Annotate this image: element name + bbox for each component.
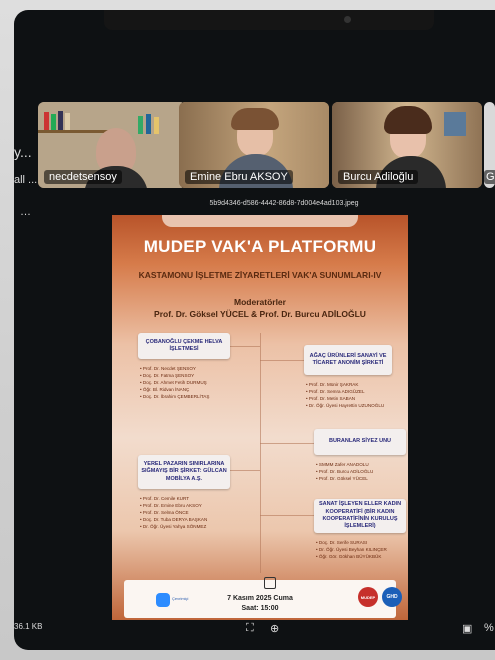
camera-icon [344, 16, 351, 23]
session-box-1: ÇOBANOĞLU ÇEKME HELVA İŞLETMESİ [138, 333, 230, 359]
timeline-line [260, 333, 261, 573]
presenter-list-2: Prof. Dr. Münir ŞAKRAKProf. Dr. Semra AD… [306, 381, 384, 409]
percent-icon[interactable]: % [484, 622, 494, 634]
session-title-4: YEREL PAZARIN SINIRLARINA SIĞMAYIŞ BİR Ş… [141, 460, 227, 482]
participant-tile-1[interactable]: necdetsensoy [38, 102, 186, 188]
timeline-branch [260, 515, 314, 516]
presenter-list-3: SMMM Zafer ANADOLUProf. Dr. Burcu ADİLOĞ… [316, 461, 373, 482]
poster-subtitle: KASTAMONU İŞLETME ZİYARETLERİ VAK'A SUNU… [138, 270, 382, 280]
participant-name-4: G [484, 170, 495, 184]
participant-name-3: Burcu Adiloğlu [338, 170, 419, 184]
presenter-name: Prof. Dr. Selma ÖNCE [140, 509, 207, 516]
presenter-name: Doç. Dr. İbrahim ÇEMBERLİTAŞ [140, 393, 210, 400]
timeline-branch [260, 443, 314, 444]
presenter-name: Prof. Dr. Münir ŞAKRAK [306, 381, 384, 388]
participant-tile-2[interactable]: Emine Ebru AKSOY [179, 102, 329, 188]
presenter-name: SMMM Zafer ANADOLU [316, 461, 373, 468]
presenter-name: Doç. Dr. Fatma ŞENSOY [140, 372, 209, 379]
screenshot-icon[interactable]: ▣ [462, 622, 472, 635]
event-poster: MUDEP VAK'A PLATFORMU KASTAMONU İŞLETME … [112, 215, 408, 620]
participant-partial-label: y... [14, 144, 32, 160]
ghd-logo: GHD [382, 587, 402, 607]
session-title-5: SANAT İŞLEYEN ELLER KADIN KOOPERATİFİ (B… [318, 501, 402, 530]
more-options-icon[interactable]: … [20, 206, 31, 218]
mudep-logo-text: MUDEP [360, 594, 376, 600]
presenter-name: Dr. Öğr. Üyesi Beyhan KILINÇER [316, 546, 387, 553]
participant-strip: y... all ... necdetsensoy Emine Ebru AKS… [14, 92, 495, 190]
calendar-icon [264, 577, 276, 589]
presenter-name: Doç. Dr. Tuba DERYA BAŞKAN [140, 516, 207, 523]
file-name: 5b9d4346-d586-4442-86d8-7d004e4ad103.jpe… [209, 200, 359, 207]
moderator-label: Moderatörler [234, 297, 286, 307]
presenter-list-1: Prof. Dr. Necdet ŞENSOYDoç. Dr. Fatma ŞE… [140, 365, 210, 401]
presenter-list-4: Prof. Dr. Cemile KURTProf. Dr. Emine Ebr… [140, 495, 207, 531]
presenter-name: Öğr. Gör. Gökhan BÜYÜKBÜK [316, 553, 387, 560]
session-title-3: BURANLAR SİYEZ UNU [328, 438, 392, 445]
timeline-branch [260, 360, 304, 361]
presenter-name: Dr. Öğr. Üyesi Yahya SÖNMEZ [140, 523, 207, 530]
presenter-name: Prof. Dr. Metin SABAN [306, 395, 384, 402]
presenter-name: Doç. Dr. Ahmet Fetih DURMUŞ [140, 379, 209, 386]
ghd-logo-text: GHD [386, 594, 398, 600]
participant-name-2: Emine Ebru AKSOY [185, 170, 293, 184]
session-box-5: SANAT İŞLEYEN ELLER KADIN KOOPERATİFİ (B… [314, 499, 406, 533]
participant-tile-4[interactable]: G [484, 102, 495, 188]
timeline-branch [230, 346, 260, 347]
participant-partial-label-2: all ... [14, 174, 38, 186]
session-title-1: ÇOBANOĞLU ÇEKME HELVA İŞLETMESİ [145, 338, 223, 352]
session-box-3: BURANLAR SİYEZ UNU [314, 429, 406, 455]
presenter-name: Prof. Dr. Semra ADIGÜZEL [306, 388, 384, 395]
poster-title: MUDEP VAK'A PLATFORMU [143, 237, 377, 256]
camera-notch [104, 10, 434, 30]
moderator-names: Prof. Dr. Göksel YÜCEL & Prof. Dr. Burcu… [154, 309, 366, 319]
presenter-name: Öğr. Bl. Ridvan İNANÇ [140, 386, 209, 393]
session-box-2: AĞAÇ ÜRÜNLERİ SANAYİ VE TİCARET ANONİM Ş… [304, 345, 392, 375]
presenter-name: Dr. Öğr. Üyesi Hayrettin UZUNOĞLU [306, 402, 384, 409]
file-size: 36.1 KB [14, 622, 43, 631]
timeline-branch [230, 470, 260, 471]
session-title-2: AĞAÇ ÜRÜNLERİ SANAYİ VE TİCARET ANONİM Ş… [309, 352, 387, 366]
presenter-name: Prof. Dr. Göksel YÜCEL [316, 475, 373, 482]
participant-name-1: necdetsensoy [44, 170, 122, 184]
viewer-toolbar [14, 614, 495, 644]
mudep-logo: MUDEP [358, 587, 378, 607]
presenter-name: Doç. Dr. Serife SURASI [316, 539, 387, 546]
fit-screen-icon[interactable]: ⛶ [246, 622, 254, 635]
presenter-list-5: Doç. Dr. Serife SURASIDr. Öğr. Üyesi Bey… [316, 539, 387, 560]
participant-tile-3[interactable]: Burcu Adiloğlu [332, 102, 482, 188]
presenter-name: Prof. Dr. Necdet ŞENSOY [140, 365, 209, 372]
session-box-4: YEREL PAZARIN SINIRLARINA SIĞMAYIŞ BİR Ş… [138, 455, 230, 489]
presenter-name: Prof. Dr. Burcu ADİLOĞLU [316, 468, 373, 475]
poster-top-strip [162, 215, 358, 227]
zoom-icon[interactable]: ⊕ [270, 622, 279, 635]
presenter-name: Prof. Dr. Cemile KURT [140, 495, 207, 502]
presenter-name: Prof. Dr. Emine Ebru AKSOY [140, 502, 207, 509]
tablet-screen: y... all ... necdetsensoy Emine Ebru AKS… [14, 10, 495, 650]
